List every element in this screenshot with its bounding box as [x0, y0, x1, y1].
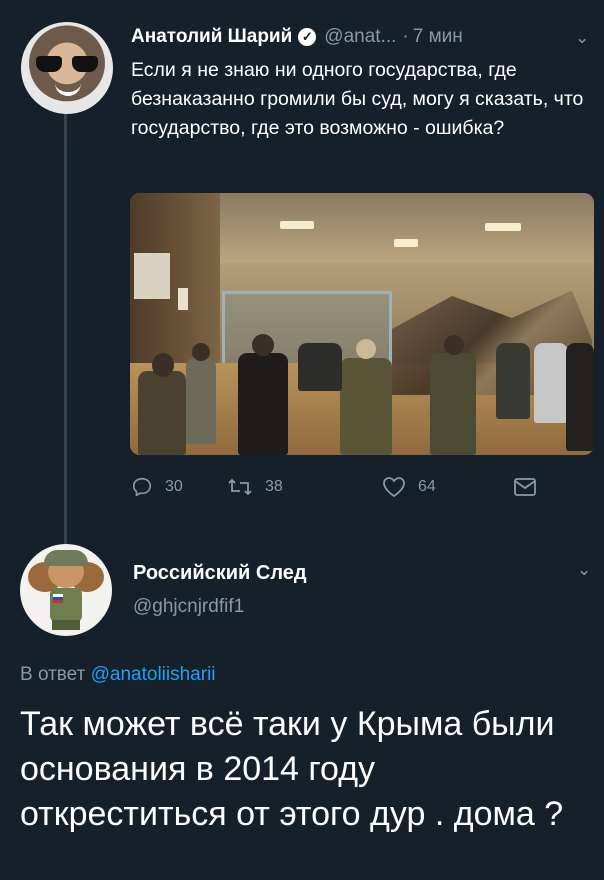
chevron-down-icon[interactable]: ⌄ [577, 560, 591, 580]
person-head [152, 353, 174, 377]
avatar[interactable] [20, 544, 112, 636]
seated-group [298, 343, 342, 391]
retweet-count: 38 [265, 478, 283, 495]
separator-dot: · [402, 26, 409, 47]
flag-graphic [53, 594, 63, 603]
reply-to-link[interactable]: @anatoliisharii [91, 664, 216, 685]
person-figure [534, 343, 568, 423]
chevron-down-icon[interactable]: ⌄ [575, 28, 589, 48]
person-figure [566, 343, 594, 451]
reply-prefix: В ответ [20, 664, 86, 685]
reply-context: В ответ @anatoliisharii [20, 664, 216, 686]
person-head [444, 335, 464, 355]
timestamp[interactable]: 7 мин [413, 26, 463, 48]
verified-badge-icon: ✓ [298, 28, 317, 46]
reply-button[interactable]: 30 [131, 476, 183, 498]
envelope-icon [514, 478, 536, 496]
heart-icon [383, 477, 405, 498]
ceiling-light [280, 221, 314, 229]
thread-connector-line [64, 112, 67, 552]
author-handle[interactable]: @anat... [324, 26, 396, 48]
direct-message-button[interactable] [513, 476, 549, 498]
person-figure [238, 353, 288, 455]
reply-count: 30 [165, 478, 183, 495]
wall-poster [134, 253, 170, 299]
tweet-photo[interactable] [130, 193, 594, 455]
smile-graphic [55, 82, 81, 96]
tweet-text: Если я не знаю ни одного государства, гд… [131, 59, 584, 139]
person-head [192, 343, 210, 361]
person-figure [430, 353, 476, 455]
person-figure [496, 343, 530, 419]
person-figure [186, 358, 216, 444]
tweet-text: Так может всё таки у Крыма были основани… [20, 705, 564, 833]
avatar-legs [52, 620, 80, 630]
like-button[interactable]: 64 [382, 476, 436, 498]
person-head [356, 339, 376, 359]
author-name[interactable]: Российский След [133, 562, 307, 585]
person-figure [340, 358, 392, 455]
person-head [252, 334, 274, 356]
avatar[interactable] [21, 22, 113, 114]
like-count: 64 [418, 478, 436, 495]
tweet-header: Анатолий Шарий ✓ @anat... · 7 мин [131, 23, 591, 51]
retweet-button[interactable]: 38 [227, 476, 283, 498]
helmet-graphic [44, 550, 88, 566]
sunglasses-graphic [36, 56, 98, 72]
retweet-icon [228, 478, 252, 496]
tweet-actions: 30 38 64 [131, 476, 591, 502]
author-handle[interactable]: @ghjcnjrdfif1 [133, 596, 244, 618]
ceiling-light [394, 239, 418, 247]
author-name[interactable]: Анатолий Шарий [131, 26, 292, 48]
reply-icon [132, 477, 152, 497]
wall-sign [178, 288, 188, 310]
person-figure [138, 371, 186, 455]
ceiling-light [485, 223, 521, 231]
